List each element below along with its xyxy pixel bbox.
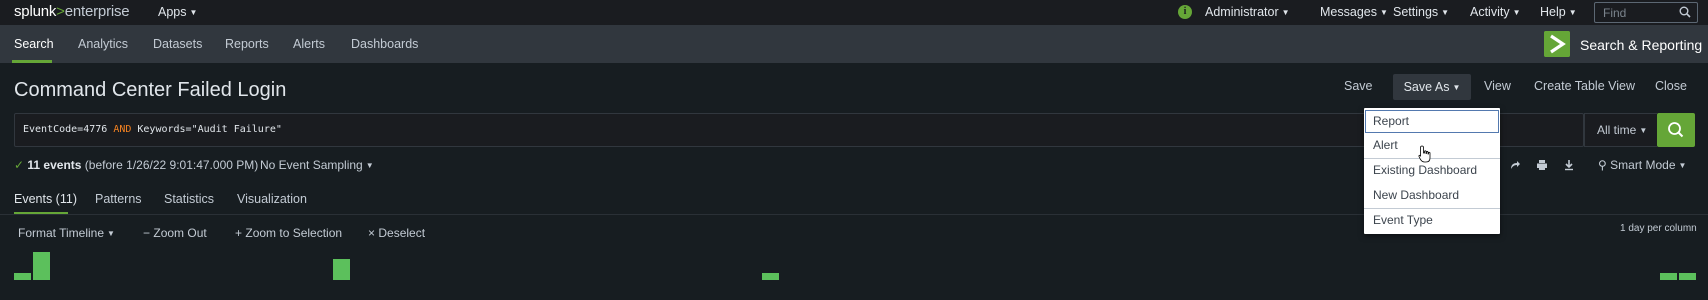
caret-down-icon: ▼: [1568, 8, 1577, 17]
app-logo-icon[interactable]: [1544, 31, 1570, 57]
create-table-view-button[interactable]: Create Table View: [1534, 79, 1635, 93]
caret-down-icon: ▼: [1441, 8, 1450, 17]
search-bar[interactable]: EventCode=4776 AND Keywords="Audit Failu…: [14, 113, 1584, 147]
activity-menu[interactable]: Activity ▼: [1470, 5, 1521, 19]
timeline-chart[interactable]: [0, 240, 1708, 280]
caret-down-icon: ▼: [189, 8, 198, 17]
time-range-picker[interactable]: All time ▼: [1584, 113, 1657, 147]
timeline-bar[interactable]: [762, 273, 779, 280]
save-as-menu: Report Alert Existing Dashboard New Dash…: [1364, 108, 1500, 234]
time-range-label: All time: [1597, 123, 1637, 137]
sampling-label: No Event Sampling: [260, 158, 363, 172]
search-icon: [1668, 122, 1684, 138]
lightbulb-icon: ⚲: [1598, 158, 1607, 172]
caret-down-icon: ▼: [365, 161, 374, 170]
plus-icon: +: [235, 226, 243, 240]
timeline-bar[interactable]: [1679, 273, 1696, 280]
page-title: Command Center Failed Login: [14, 79, 287, 101]
menu-item-alert[interactable]: Alert: [1365, 134, 1499, 157]
logo-sep: >: [56, 3, 65, 20]
menu-item-existing-dashboard[interactable]: Existing Dashboard: [1365, 159, 1499, 182]
events-count: 11 events: [27, 158, 82, 172]
menu-item-event-type[interactable]: Event Type: [1365, 209, 1499, 232]
help-label: Help: [1540, 5, 1566, 19]
search-mode-dropdown[interactable]: ⚲ Smart Mode ▼: [1598, 158, 1686, 172]
timeline-bar[interactable]: [33, 252, 50, 280]
nav-active-indicator: [12, 60, 52, 63]
timeline-bar[interactable]: [333, 259, 350, 280]
save-as-label: Save As: [1403, 80, 1450, 94]
tab-events[interactable]: Events (11): [14, 192, 77, 206]
caret-down-icon: ▼: [1281, 8, 1290, 17]
close-icon: ×: [368, 226, 376, 240]
minus-icon: −: [143, 226, 151, 240]
top-bar: splunk>enterprise Apps ▼ i Administrator ▼…: [0, 0, 1708, 25]
menu-item-report[interactable]: Report: [1365, 110, 1499, 133]
settings-label: Settings: [1393, 5, 1439, 19]
messages-label: Messages: [1320, 5, 1377, 19]
check-icon: ✓: [14, 158, 25, 172]
logo-sub: enterprise: [64, 3, 130, 20]
activity-label: Activity: [1470, 5, 1510, 19]
tab-statistics[interactable]: Statistics: [164, 192, 214, 206]
event-sampling-dropdown[interactable]: No Event Sampling ▼: [260, 158, 374, 172]
nav-item-datasets[interactable]: Datasets: [153, 37, 202, 51]
messages-menu[interactable]: Messages ▼: [1320, 5, 1388, 19]
apps-label: Apps: [158, 5, 187, 19]
nav-item-reports[interactable]: Reports: [225, 37, 269, 51]
user-menu[interactable]: Administrator ▼: [1205, 5, 1290, 19]
timeline-bar[interactable]: [1660, 273, 1677, 280]
export-icon[interactable]: [1563, 159, 1575, 171]
tab-visualization[interactable]: Visualization: [237, 192, 307, 206]
share-icon[interactable]: [1509, 159, 1521, 171]
print-icon[interactable]: [1536, 159, 1548, 171]
format-timeline-dropdown[interactable]: Format Timeline ▼: [18, 226, 115, 240]
caret-down-icon: ▼: [107, 229, 115, 238]
deselect-button[interactable]: × Deselect: [368, 226, 425, 240]
search-mode-label: Smart Mode: [1610, 158, 1676, 172]
deselect-label: Deselect: [378, 226, 426, 240]
nav-item-alerts[interactable]: Alerts: [293, 37, 325, 51]
view-button[interactable]: View: [1484, 79, 1511, 93]
caret-down-icon: ▼: [1379, 8, 1388, 17]
timeline-scale: 1 day per column: [1620, 223, 1697, 234]
zoom-out-label: Zoom Out: [153, 226, 207, 240]
user-label: Administrator: [1205, 5, 1279, 19]
query-part: EventCode=4776: [23, 124, 114, 135]
events-detail: (before 1/26/22 9:01:47.000 PM): [84, 158, 259, 172]
nav-item-analytics[interactable]: Analytics: [78, 37, 128, 51]
zoom-out-button[interactable]: − Zoom Out: [143, 226, 207, 240]
apps-menu[interactable]: Apps ▼: [158, 5, 197, 19]
find-box: [1594, 2, 1698, 23]
help-menu[interactable]: Help ▼: [1540, 5, 1577, 19]
query-part: Keywords="Audit Failure": [131, 124, 282, 135]
caret-down-icon: ▼: [1678, 161, 1687, 170]
search-query[interactable]: EventCode=4776 AND Keywords="Audit Failu…: [23, 124, 282, 135]
find-input[interactable]: [1595, 3, 1675, 22]
splunk-logo[interactable]: splunk>enterprise: [14, 3, 130, 20]
nav-item-search[interactable]: Search: [14, 37, 54, 51]
search-icon[interactable]: [1679, 6, 1691, 18]
query-keyword: AND: [113, 124, 132, 135]
search-button[interactable]: [1657, 113, 1695, 147]
timeline-bar[interactable]: [14, 273, 31, 280]
job-status: ✓ 11 events (before 1/26/22 9:01:47.000 …: [14, 158, 258, 172]
tab-patterns[interactable]: Patterns: [95, 192, 142, 206]
caret-down-icon: ▼: [1512, 8, 1521, 17]
menu-item-new-dashboard[interactable]: New Dashboard: [1365, 184, 1499, 207]
caret-down-icon: ▼: [1639, 126, 1648, 135]
logo-main: splunk: [14, 3, 57, 20]
zoom-to-selection-button[interactable]: + Zoom to Selection: [235, 226, 342, 240]
nav-item-dashboards[interactable]: Dashboards: [351, 37, 418, 51]
close-button[interactable]: Close: [1655, 79, 1687, 93]
zoom-to-selection-label: Zoom to Selection: [245, 226, 343, 240]
caret-down-icon: ▼: [1452, 83, 1461, 92]
save-button[interactable]: Save: [1344, 79, 1373, 93]
settings-menu[interactable]: Settings ▼: [1393, 5, 1449, 19]
format-timeline-label: Format Timeline: [18, 226, 105, 240]
info-icon[interactable]: i: [1178, 5, 1192, 19]
save-as-button[interactable]: Save As ▼: [1393, 74, 1471, 100]
app-name[interactable]: Search & Reporting: [1580, 37, 1702, 53]
hand-cursor-icon: [1418, 145, 1431, 163]
